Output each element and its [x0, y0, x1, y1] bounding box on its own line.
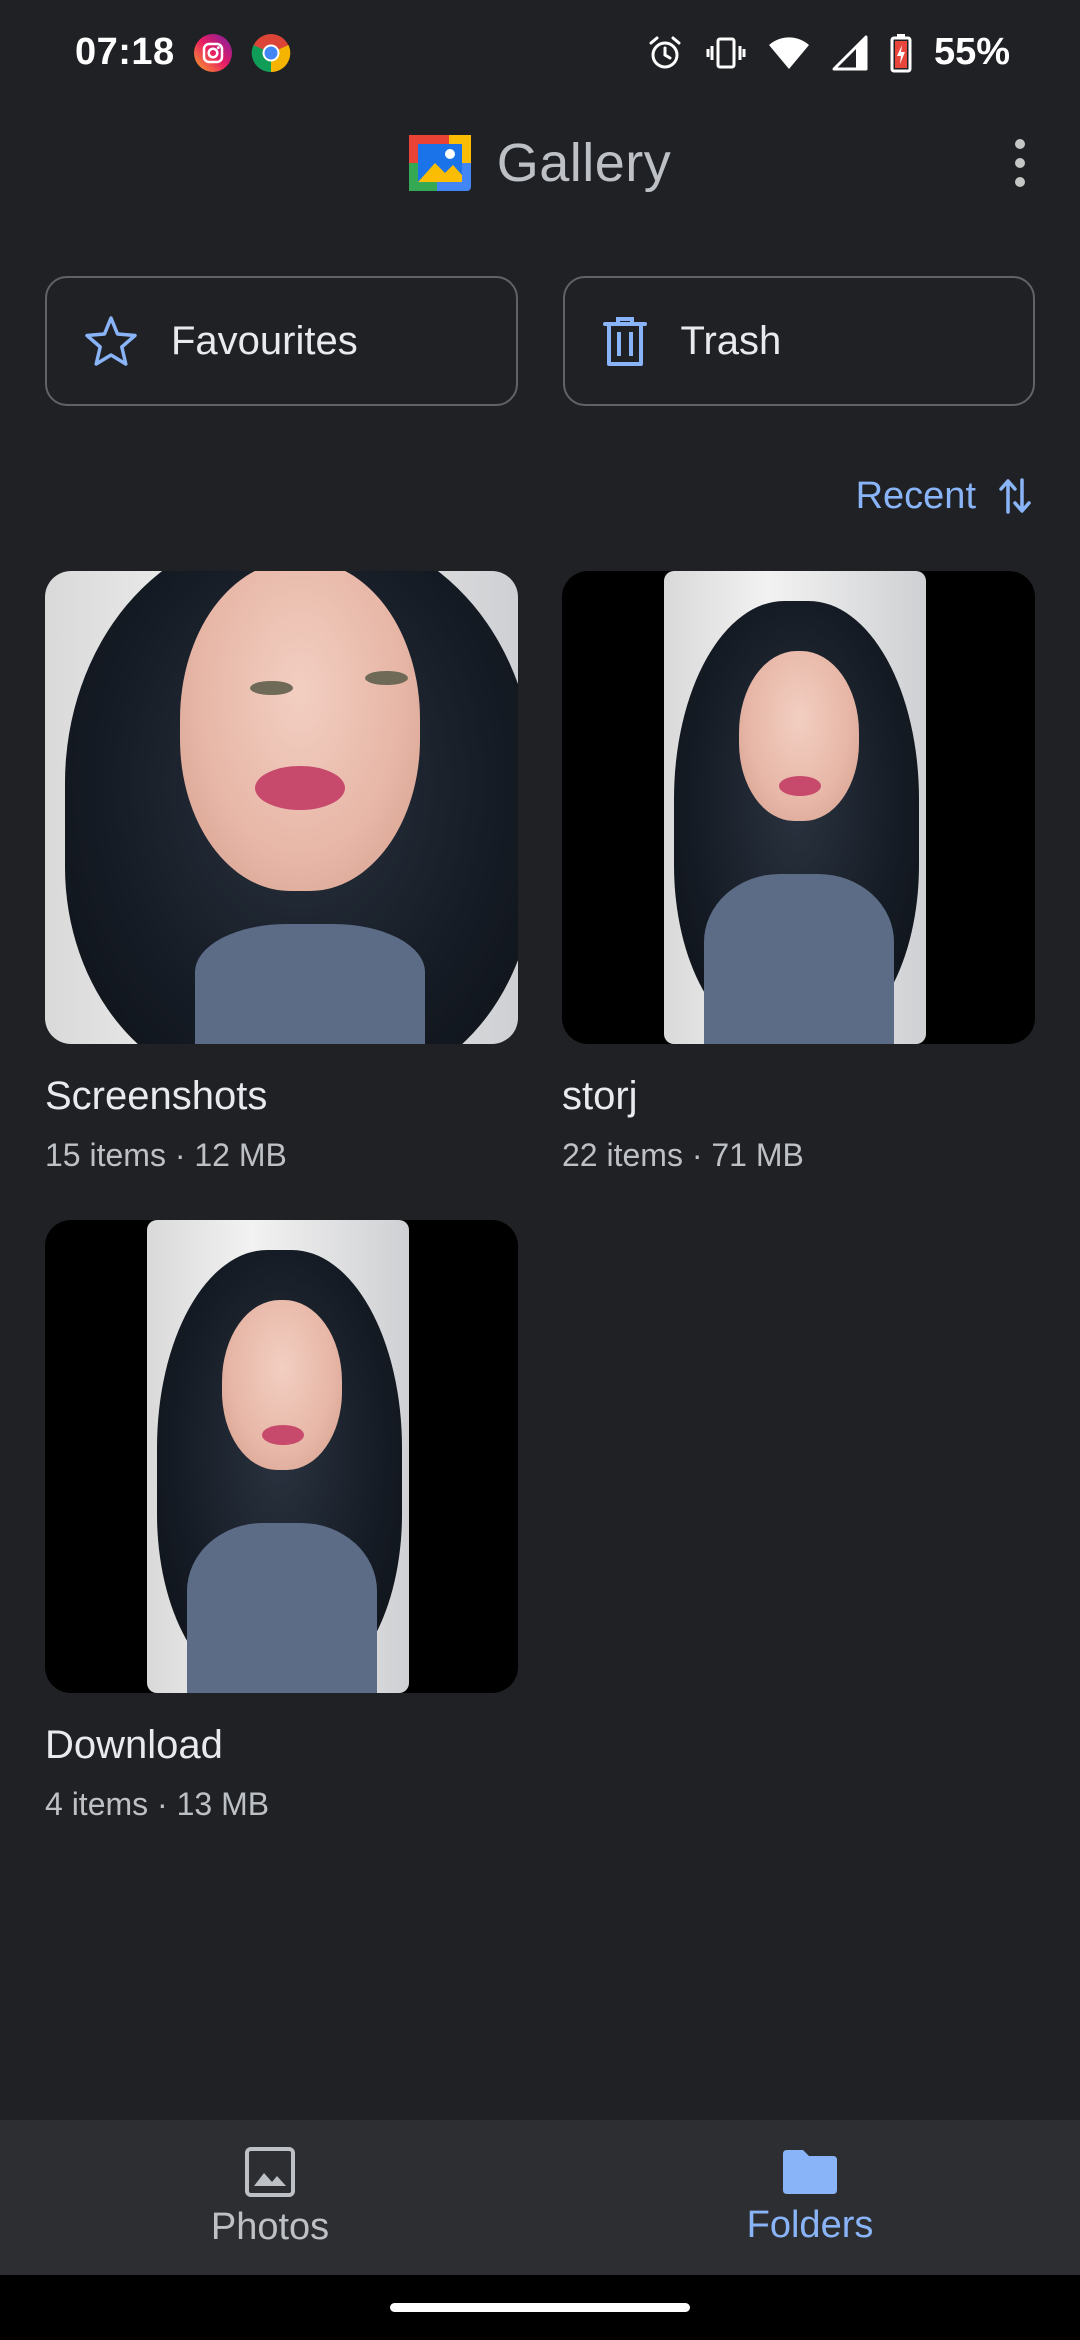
nav-label-photos: Photos	[210, 2206, 330, 2248]
home-gesture-handle[interactable]	[390, 2303, 690, 2312]
photo-lips	[262, 1425, 304, 1445]
nav-label-folders: Folders	[746, 2204, 874, 2246]
photo-lips	[779, 776, 821, 796]
status-time: 07:18	[75, 31, 175, 73]
sort-arrows-icon	[998, 476, 1032, 516]
folder-card-storj[interactable]: storj 22 items · 71 MB	[562, 571, 1035, 1174]
photo-eye	[365, 671, 408, 686]
thumbnail-photo	[664, 571, 926, 1044]
photo-face	[180, 571, 420, 891]
nav-item-photos[interactable]: Photos	[0, 2120, 540, 2275]
more-vert-icon-dot	[1015, 177, 1025, 187]
thumbnail-photo	[45, 571, 518, 1044]
folder-card-screenshots[interactable]: Screenshots 15 items · 12 MB	[45, 571, 518, 1174]
photo-shirt	[187, 1523, 377, 1693]
sort-button[interactable]: Recent	[856, 466, 1032, 526]
more-options-button[interactable]	[990, 133, 1050, 193]
bottom-navigation: Photos Folders	[0, 2120, 1080, 2275]
folder-meta: 4 items · 13 MB	[45, 1786, 270, 1822]
folder-thumbnail[interactable]	[562, 571, 1035, 1044]
app-title-group: Gallery	[408, 132, 672, 194]
photo-shirt	[704, 874, 894, 1044]
status-bar: 07:18 55%	[0, 0, 1080, 105]
chrome-icon	[251, 33, 291, 73]
status-left: 07:18	[75, 31, 291, 74]
folder-meta: 22 items · 71 MB	[562, 1137, 804, 1173]
star-icon	[83, 314, 139, 368]
folder-meta: 15 items · 12 MB	[45, 1137, 287, 1173]
battery-icon	[890, 33, 912, 73]
instagram-icon	[193, 33, 233, 73]
app-title: Gallery	[496, 132, 672, 193]
folder-icon	[781, 2148, 839, 2196]
app-bar: Gallery	[0, 105, 1080, 220]
vibrate-icon	[706, 34, 746, 72]
photo-lips	[255, 766, 345, 810]
photo-shirt	[195, 924, 425, 1044]
photo-eye	[250, 681, 293, 696]
folder-name: storj	[562, 1074, 638, 1118]
nav-item-folders[interactable]: Folders	[540, 2120, 1080, 2275]
folder-card-download[interactable]: Download 4 items · 13 MB	[45, 1220, 518, 1823]
favourites-label: Favourites	[171, 318, 358, 363]
folder-name: Screenshots	[45, 1074, 268, 1118]
status-right: 55%	[646, 31, 1010, 74]
photo-icon	[244, 2146, 296, 2198]
folder-name: Download	[45, 1723, 223, 1767]
wifi-icon	[768, 35, 810, 71]
trash-button[interactable]: Trash	[562, 276, 1035, 406]
gallery-logo-icon	[408, 134, 471, 191]
more-vert-icon-dot	[1015, 158, 1025, 168]
thumbnail-photo	[147, 1220, 409, 1693]
quick-actions: Favourites Trash	[45, 276, 1035, 406]
trash-label: Trash	[680, 318, 782, 363]
sort-label: Recent	[855, 474, 976, 517]
folder-thumbnail[interactable]	[45, 571, 518, 1044]
trash-icon	[601, 314, 649, 368]
alarm-icon	[646, 34, 684, 72]
more-vert-icon	[1015, 139, 1025, 149]
folder-thumbnail[interactable]	[45, 1220, 518, 1693]
favourites-button[interactable]: Favourites	[45, 276, 518, 406]
gesture-navigation-area	[0, 2275, 1080, 2340]
battery-percent: 55%	[933, 31, 1010, 73]
signal-icon	[832, 35, 868, 71]
